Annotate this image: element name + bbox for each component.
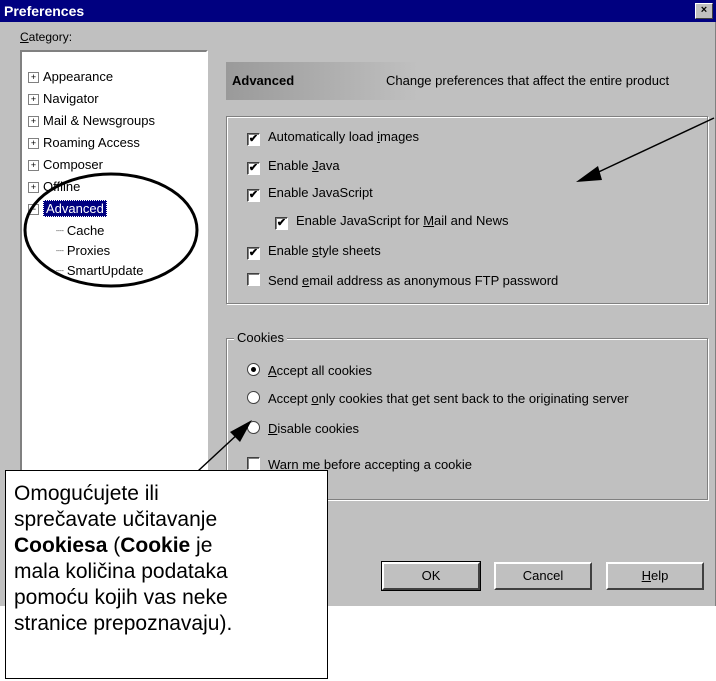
arrow-head-top [576, 166, 602, 182]
highlight-ellipse [23, 172, 199, 288]
callout-box: Omogućujete ili sprečavate učitavanje Co… [5, 470, 328, 679]
arrow-line-top [589, 117, 715, 177]
